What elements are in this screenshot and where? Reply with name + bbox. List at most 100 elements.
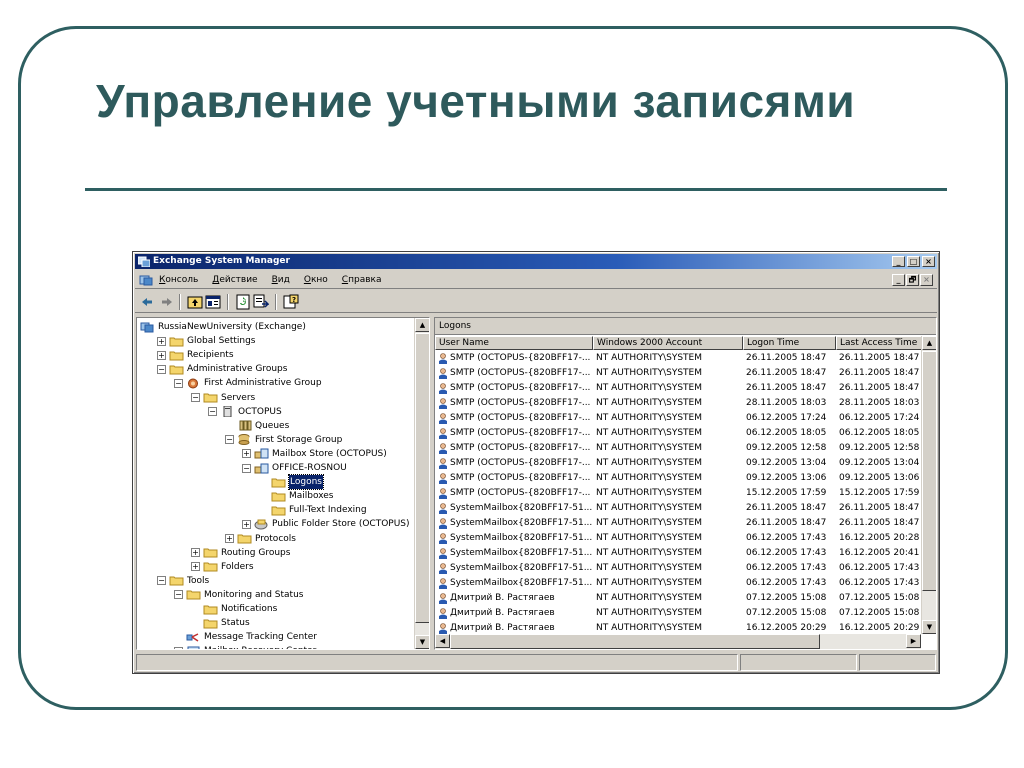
scroll-left-button[interactable]: ◀ <box>435 634 450 648</box>
expand-icon[interactable]: + <box>225 534 234 543</box>
column-header-last-access[interactable]: Last Access Time <box>836 336 923 350</box>
back-arrow-icon[interactable] <box>139 294 155 310</box>
tree-node[interactable]: + Folders <box>191 560 254 574</box>
tree-node-label: Mailbox Store (OCTOPUS) <box>272 448 387 459</box>
menu-window[interactable]: Окно <box>304 271 328 289</box>
close-button[interactable]: × <box>922 256 935 267</box>
list-vertical-scrollbar[interactable]: ▲ ▼ <box>921 336 936 634</box>
table-row[interactable]: SMTP (OCTOPUS-{820BFF17-... NT AUTHORITY\… <box>435 471 923 486</box>
tree-node[interactable]: Queues <box>225 419 289 433</box>
table-row[interactable]: SMTP (OCTOPUS-{820BFF17-... NT AUTHORITY\… <box>435 456 923 471</box>
horizontal-scroll-thumb[interactable] <box>450 634 820 649</box>
list-horizontal-scrollbar[interactable]: ◀ ▶ <box>435 634 921 649</box>
table-row[interactable]: SystemMailbox{820BFF17-51... NT AUTHORITY… <box>435 576 923 591</box>
table-row[interactable]: SystemMailbox{820BFF17-51... NT AUTHORITY… <box>435 501 923 516</box>
tree-node[interactable]: Status <box>191 616 250 630</box>
up-folder-icon[interactable] <box>187 294 203 310</box>
console-document-icon[interactable] <box>139 274 153 286</box>
table-row[interactable]: Дмитрий В. Растягаев NT AUTHORITY\SYSTEM 0… <box>435 591 923 606</box>
collapse-icon[interactable]: − <box>157 576 166 586</box>
window-titlebar[interactable]: Exchange System Manager _ □ × <box>135 254 937 269</box>
scroll-down-button[interactable]: ▼ <box>415 635 429 649</box>
expand-icon[interactable]: + <box>174 646 183 649</box>
minimize-button[interactable]: _ <box>892 256 905 267</box>
table-row[interactable]: SMTP (OCTOPUS-{820BFF17-... NT AUTHORITY\… <box>435 396 923 411</box>
scroll-thumb[interactable] <box>415 333 429 623</box>
details-pane[interactable]: Logons User Name Windows 2000 Account Lo… <box>434 317 937 650</box>
scroll-right-button[interactable]: ▶ <box>906 634 921 648</box>
refresh-icon[interactable] <box>235 294 251 310</box>
tree-node-label: Full-Text Indexing <box>289 505 367 516</box>
maximize-button[interactable]: □ <box>907 256 920 267</box>
expand-icon[interactable]: + <box>157 336 166 346</box>
tree-node[interactable]: − First Storage Group <box>225 433 342 447</box>
tree-node[interactable]: + Recipients <box>157 348 234 362</box>
expand-icon[interactable]: + <box>191 548 200 558</box>
menu-help[interactable]: Справка <box>342 271 382 289</box>
expand-icon[interactable]: + <box>191 562 200 572</box>
table-row[interactable]: SystemMailbox{820BFF17-51... NT AUTHORITY… <box>435 531 923 546</box>
tree-node[interactable]: Notifications <box>191 602 277 616</box>
column-header-user-name[interactable]: User Name <box>435 336 593 350</box>
tree-node[interactable]: − First Administrative Group <box>174 376 322 390</box>
tree-node[interactable]: + Global Settings <box>157 334 255 348</box>
table-row[interactable]: SMTP (OCTOPUS-{820BFF17-... NT AUTHORITY\… <box>435 411 923 426</box>
tree-node[interactable]: + Mailbox Store (OCTOPUS) <box>242 447 387 461</box>
tree-node[interactable]: + Protocols <box>225 532 296 546</box>
table-row[interactable]: SMTP (OCTOPUS-{820BFF17-... NT AUTHORITY\… <box>435 366 923 381</box>
tree-node[interactable]: − Administrative Groups <box>157 362 287 376</box>
collapse-icon[interactable]: − <box>157 364 166 374</box>
expand-icon[interactable]: + <box>242 449 251 459</box>
menu-action[interactable]: Действие <box>212 271 257 289</box>
table-row[interactable]: Дмитрий В. Растягаев NT AUTHORITY\SYSTEM 0… <box>435 606 923 621</box>
tree-node[interactable]: − Tools <box>157 574 209 588</box>
table-row[interactable]: SMTP (OCTOPUS-{820BFF17-... NT AUTHORITY\… <box>435 426 923 441</box>
tree-node[interactable]: Logons <box>259 474 324 491</box>
tree-node-label: Message Tracking Center <box>204 632 317 643</box>
forward-arrow-icon[interactable] <box>159 294 175 310</box>
table-row[interactable]: SMTP (OCTOPUS-{820BFF17-... NT AUTHORITY\… <box>435 441 923 456</box>
tree-node[interactable]: − OCTOPUS <box>208 405 282 419</box>
collapse-icon[interactable]: − <box>242 463 251 473</box>
table-row[interactable]: SMTP (OCTOPUS-{820BFF17-... NT AUTHORITY\… <box>435 351 923 366</box>
list-scroll-up-button[interactable]: ▲ <box>922 336 936 350</box>
cell-logon-time: 07.12.2005 15:08 <box>746 593 827 603</box>
table-row[interactable]: SMTP (OCTOPUS-{820BFF17-... NT AUTHORITY\… <box>435 486 923 501</box>
menu-console[interactable]: Консоль <box>159 271 198 289</box>
collapse-icon[interactable]: − <box>225 435 234 445</box>
tree-node[interactable]: Full-Text Indexing <box>259 503 367 517</box>
expand-icon[interactable]: + <box>242 519 251 529</box>
list-scroll-down-button[interactable]: ▼ <box>922 620 936 634</box>
column-header-account[interactable]: Windows 2000 Account <box>593 336 743 350</box>
scroll-up-button[interactable]: ▲ <box>415 318 429 332</box>
collapse-icon[interactable]: − <box>191 393 200 402</box>
table-row[interactable]: SMTP (OCTOPUS-{820BFF17-... NT AUTHORITY\… <box>435 381 923 396</box>
child-minimize-button[interactable]: _ <box>892 274 905 286</box>
collapse-icon[interactable]: − <box>174 378 183 388</box>
tree-node[interactable]: + Public Folder Store (OCTOPUS) <box>242 517 410 531</box>
show-hide-tree-icon[interactable] <box>205 294 221 310</box>
expand-icon[interactable]: + <box>157 350 166 360</box>
table-row[interactable]: SystemMailbox{820BFF17-51... NT AUTHORITY… <box>435 516 923 531</box>
tree-node[interactable]: Message Tracking Center <box>174 630 317 644</box>
tree-vertical-scrollbar[interactable]: ▲ ▼ <box>414 318 429 649</box>
table-row[interactable]: SystemMailbox{820BFF17-51... NT AUTHORITY… <box>435 546 923 561</box>
column-header-logon-time[interactable]: Logon Time <box>743 336 836 350</box>
tree-node[interactable]: − Monitoring and Status <box>174 588 303 602</box>
tree-node[interactable]: Mailboxes <box>259 489 334 503</box>
tree-node[interactable]: − OFFICE-ROSNOU <box>242 461 347 475</box>
menu-view[interactable]: Вид <box>272 271 290 289</box>
help-icon[interactable]: ? <box>283 294 299 310</box>
tree-node[interactable]: − Servers <box>191 391 255 405</box>
child-close-button[interactable]: × <box>920 274 933 286</box>
collapse-icon[interactable]: − <box>174 590 183 600</box>
list-scroll-thumb[interactable] <box>922 351 936 591</box>
child-restore-button[interactable]: 🗗 <box>906 274 919 286</box>
tree-node[interactable]: + Routing Groups <box>191 546 290 560</box>
tree-node[interactable]: RussiaNewUniversity (Exchange) <box>140 320 306 334</box>
console-tree[interactable]: RussiaNewUniversity (Exchange) + Global Se… <box>136 317 430 650</box>
table-row[interactable]: SystemMailbox{820BFF17-51... NT AUTHORITY… <box>435 561 923 576</box>
export-list-icon[interactable] <box>253 294 269 310</box>
tree-node[interactable]: + Mailbox Recovery Center <box>174 644 316 649</box>
collapse-icon[interactable]: − <box>208 407 217 417</box>
